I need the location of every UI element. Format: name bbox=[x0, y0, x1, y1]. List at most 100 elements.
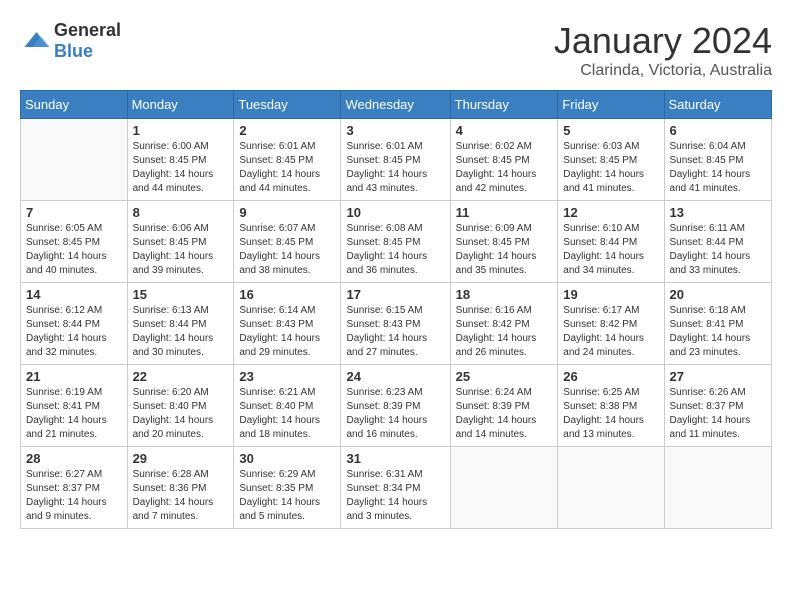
day-info: Sunrise: 6:20 AM Sunset: 8:40 PM Dayligh… bbox=[133, 386, 229, 442]
title-block: January 2024 Clarinda, Victoria, Austral… bbox=[554, 20, 772, 80]
calendar-cell: 10 Sunrise: 6:08 AM Sunset: 8:45 PM Dayli… bbox=[341, 201, 450, 283]
day-info: Sunrise: 6:15 AM Sunset: 8:43 PM Dayligh… bbox=[346, 304, 444, 360]
calendar-cell: 28 Sunrise: 6:27 AM Sunset: 8:37 PM Dayli… bbox=[21, 447, 128, 529]
calendar-cell: 20 Sunrise: 6:18 AM Sunset: 8:41 PM Dayli… bbox=[664, 283, 771, 365]
day-info: Sunrise: 6:28 AM Sunset: 8:36 PM Dayligh… bbox=[133, 468, 229, 524]
calendar-cell: 3 Sunrise: 6:01 AM Sunset: 8:45 PM Daylig… bbox=[341, 119, 450, 201]
calendar-cell: 8Sunrise: 6:06 AM Sunset: 8:45 PM Daylig… bbox=[127, 201, 234, 283]
day-info: Sunrise: 6:00 AM Sunset: 8:45 PM Dayligh… bbox=[133, 140, 229, 196]
day-info: Sunrise: 6:26 AM Sunset: 8:37 PM Dayligh… bbox=[670, 386, 766, 442]
day-info: Sunrise: 6:10 AM Sunset: 8:44 PM Dayligh… bbox=[563, 222, 658, 278]
weekday-header-sunday: Sunday bbox=[21, 91, 128, 119]
calendar-cell: 17 Sunrise: 6:15 AM Sunset: 8:43 PM Dayli… bbox=[341, 283, 450, 365]
calendar-week-4: 21Sunrise: 6:19 AM Sunset: 8:41 PM Dayli… bbox=[21, 365, 772, 447]
day-number: 4 bbox=[456, 123, 553, 138]
day-number: 25 bbox=[456, 369, 553, 384]
day-number: 8 bbox=[133, 205, 229, 220]
day-number: 29 bbox=[133, 451, 229, 466]
day-info: Sunrise: 6:24 AM Sunset: 8:39 PM Dayligh… bbox=[456, 386, 553, 442]
calendar-cell: 29 Sunrise: 6:28 AM Sunset: 8:36 PM Dayli… bbox=[127, 447, 234, 529]
calendar-header: SundayMondayTuesdayWednesdayThursdayFrid… bbox=[21, 91, 772, 119]
calendar-cell: 11Sunrise: 6:09 AM Sunset: 8:45 PM Dayli… bbox=[450, 201, 558, 283]
day-info: Sunrise: 6:08 AM Sunset: 8:45 PM Dayligh… bbox=[346, 222, 444, 278]
calendar-cell: 23Sunrise: 6:21 AM Sunset: 8:40 PM Dayli… bbox=[234, 365, 341, 447]
day-number: 20 bbox=[670, 287, 766, 302]
day-info: Sunrise: 6:14 AM Sunset: 8:43 PM Dayligh… bbox=[239, 304, 335, 360]
day-info: Sunrise: 6:01 AM Sunset: 8:45 PM Dayligh… bbox=[346, 140, 444, 196]
day-info: Sunrise: 6:07 AM Sunset: 8:45 PM Dayligh… bbox=[239, 222, 335, 278]
calendar-cell: 1 Sunrise: 6:00 AM Sunset: 8:45 PM Daylig… bbox=[127, 119, 234, 201]
day-info: Sunrise: 6:01 AM Sunset: 8:45 PM Dayligh… bbox=[239, 140, 335, 196]
day-info: Sunrise: 6:16 AM Sunset: 8:42 PM Dayligh… bbox=[456, 304, 553, 360]
day-number: 24 bbox=[346, 369, 444, 384]
day-number: 31 bbox=[346, 451, 444, 466]
weekday-header-friday: Friday bbox=[558, 91, 664, 119]
calendar-cell: 21Sunrise: 6:19 AM Sunset: 8:41 PM Dayli… bbox=[21, 365, 128, 447]
calendar-cell: 15 Sunrise: 6:13 AM Sunset: 8:44 PM Dayli… bbox=[127, 283, 234, 365]
day-info: Sunrise: 6:02 AM Sunset: 8:45 PM Dayligh… bbox=[456, 140, 553, 196]
calendar-cell bbox=[450, 447, 558, 529]
logo: General Blue bbox=[20, 20, 121, 62]
calendar-cell: 16Sunrise: 6:14 AM Sunset: 8:43 PM Dayli… bbox=[234, 283, 341, 365]
weekday-header-saturday: Saturday bbox=[664, 91, 771, 119]
month-title: January 2024 bbox=[554, 20, 772, 62]
day-number: 3 bbox=[346, 123, 444, 138]
calendar-cell: 26Sunrise: 6:25 AM Sunset: 8:38 PM Dayli… bbox=[558, 365, 664, 447]
day-number: 12 bbox=[563, 205, 658, 220]
day-info: Sunrise: 6:05 AM Sunset: 8:45 PM Dayligh… bbox=[26, 222, 122, 278]
calendar-cell: 2 Sunrise: 6:01 AM Sunset: 8:45 PM Daylig… bbox=[234, 119, 341, 201]
day-number: 9 bbox=[239, 205, 335, 220]
calendar-cell: 4 Sunrise: 6:02 AM Sunset: 8:45 PM Daylig… bbox=[450, 119, 558, 201]
logo-icon bbox=[20, 26, 50, 56]
day-number: 5 bbox=[563, 123, 658, 138]
calendar-cell: 7 Sunrise: 6:05 AM Sunset: 8:45 PM Daylig… bbox=[21, 201, 128, 283]
day-number: 19 bbox=[563, 287, 658, 302]
day-info: Sunrise: 6:03 AM Sunset: 8:45 PM Dayligh… bbox=[563, 140, 658, 196]
calendar-cell: 12 Sunrise: 6:10 AM Sunset: 8:44 PM Dayli… bbox=[558, 201, 664, 283]
calendar-cell bbox=[558, 447, 664, 529]
calendar-cell bbox=[664, 447, 771, 529]
calendar-cell: 14Sunrise: 6:12 AM Sunset: 8:44 PM Dayli… bbox=[21, 283, 128, 365]
calendar-cell: 18 Sunrise: 6:16 AM Sunset: 8:42 PM Dayli… bbox=[450, 283, 558, 365]
day-number: 27 bbox=[670, 369, 766, 384]
calendar-cell: 9 Sunrise: 6:07 AM Sunset: 8:45 PM Daylig… bbox=[234, 201, 341, 283]
calendar-week-1: 1 Sunrise: 6:00 AM Sunset: 8:45 PM Daylig… bbox=[21, 119, 772, 201]
day-number: 14 bbox=[26, 287, 122, 302]
day-number: 15 bbox=[133, 287, 229, 302]
day-number: 26 bbox=[563, 369, 658, 384]
weekday-header-monday: Monday bbox=[127, 91, 234, 119]
day-number: 7 bbox=[26, 205, 122, 220]
day-info: Sunrise: 6:19 AM Sunset: 8:41 PM Dayligh… bbox=[26, 386, 122, 442]
day-number: 18 bbox=[456, 287, 553, 302]
calendar-cell: 5 Sunrise: 6:03 AM Sunset: 8:45 PM Daylig… bbox=[558, 119, 664, 201]
calendar-cell: 6Sunrise: 6:04 AM Sunset: 8:45 PM Daylig… bbox=[664, 119, 771, 201]
calendar-week-5: 28 Sunrise: 6:27 AM Sunset: 8:37 PM Dayli… bbox=[21, 447, 772, 529]
day-number: 17 bbox=[346, 287, 444, 302]
day-info: Sunrise: 6:27 AM Sunset: 8:37 PM Dayligh… bbox=[26, 468, 122, 524]
day-info: Sunrise: 6:17 AM Sunset: 8:42 PM Dayligh… bbox=[563, 304, 658, 360]
location-title: Clarinda, Victoria, Australia bbox=[554, 62, 772, 80]
day-info: Sunrise: 6:21 AM Sunset: 8:40 PM Dayligh… bbox=[239, 386, 335, 442]
day-number: 10 bbox=[346, 205, 444, 220]
calendar-cell: 22Sunrise: 6:20 AM Sunset: 8:40 PM Dayli… bbox=[127, 365, 234, 447]
logo-general: General bbox=[54, 20, 121, 40]
logo-blue: Blue bbox=[54, 41, 93, 61]
day-number: 2 bbox=[239, 123, 335, 138]
calendar-cell: 27 Sunrise: 6:26 AM Sunset: 8:37 PM Dayli… bbox=[664, 365, 771, 447]
day-number: 30 bbox=[239, 451, 335, 466]
day-info: Sunrise: 6:11 AM Sunset: 8:44 PM Dayligh… bbox=[670, 222, 766, 278]
calendar-week-2: 7 Sunrise: 6:05 AM Sunset: 8:45 PM Daylig… bbox=[21, 201, 772, 283]
calendar-cell: 24 Sunrise: 6:23 AM Sunset: 8:39 PM Dayli… bbox=[341, 365, 450, 447]
calendar-table: SundayMondayTuesdayWednesdayThursdayFrid… bbox=[20, 90, 772, 529]
day-info: Sunrise: 6:23 AM Sunset: 8:39 PM Dayligh… bbox=[346, 386, 444, 442]
calendar-cell bbox=[21, 119, 128, 201]
day-info: Sunrise: 6:18 AM Sunset: 8:41 PM Dayligh… bbox=[670, 304, 766, 360]
day-number: 1 bbox=[133, 123, 229, 138]
calendar-cell: 13 Sunrise: 6:11 AM Sunset: 8:44 PM Dayli… bbox=[664, 201, 771, 283]
day-info: Sunrise: 6:31 AM Sunset: 8:34 PM Dayligh… bbox=[346, 468, 444, 524]
day-info: Sunrise: 6:13 AM Sunset: 8:44 PM Dayligh… bbox=[133, 304, 229, 360]
weekday-header-thursday: Thursday bbox=[450, 91, 558, 119]
day-number: 28 bbox=[26, 451, 122, 466]
day-number: 13 bbox=[670, 205, 766, 220]
day-number: 6 bbox=[670, 123, 766, 138]
